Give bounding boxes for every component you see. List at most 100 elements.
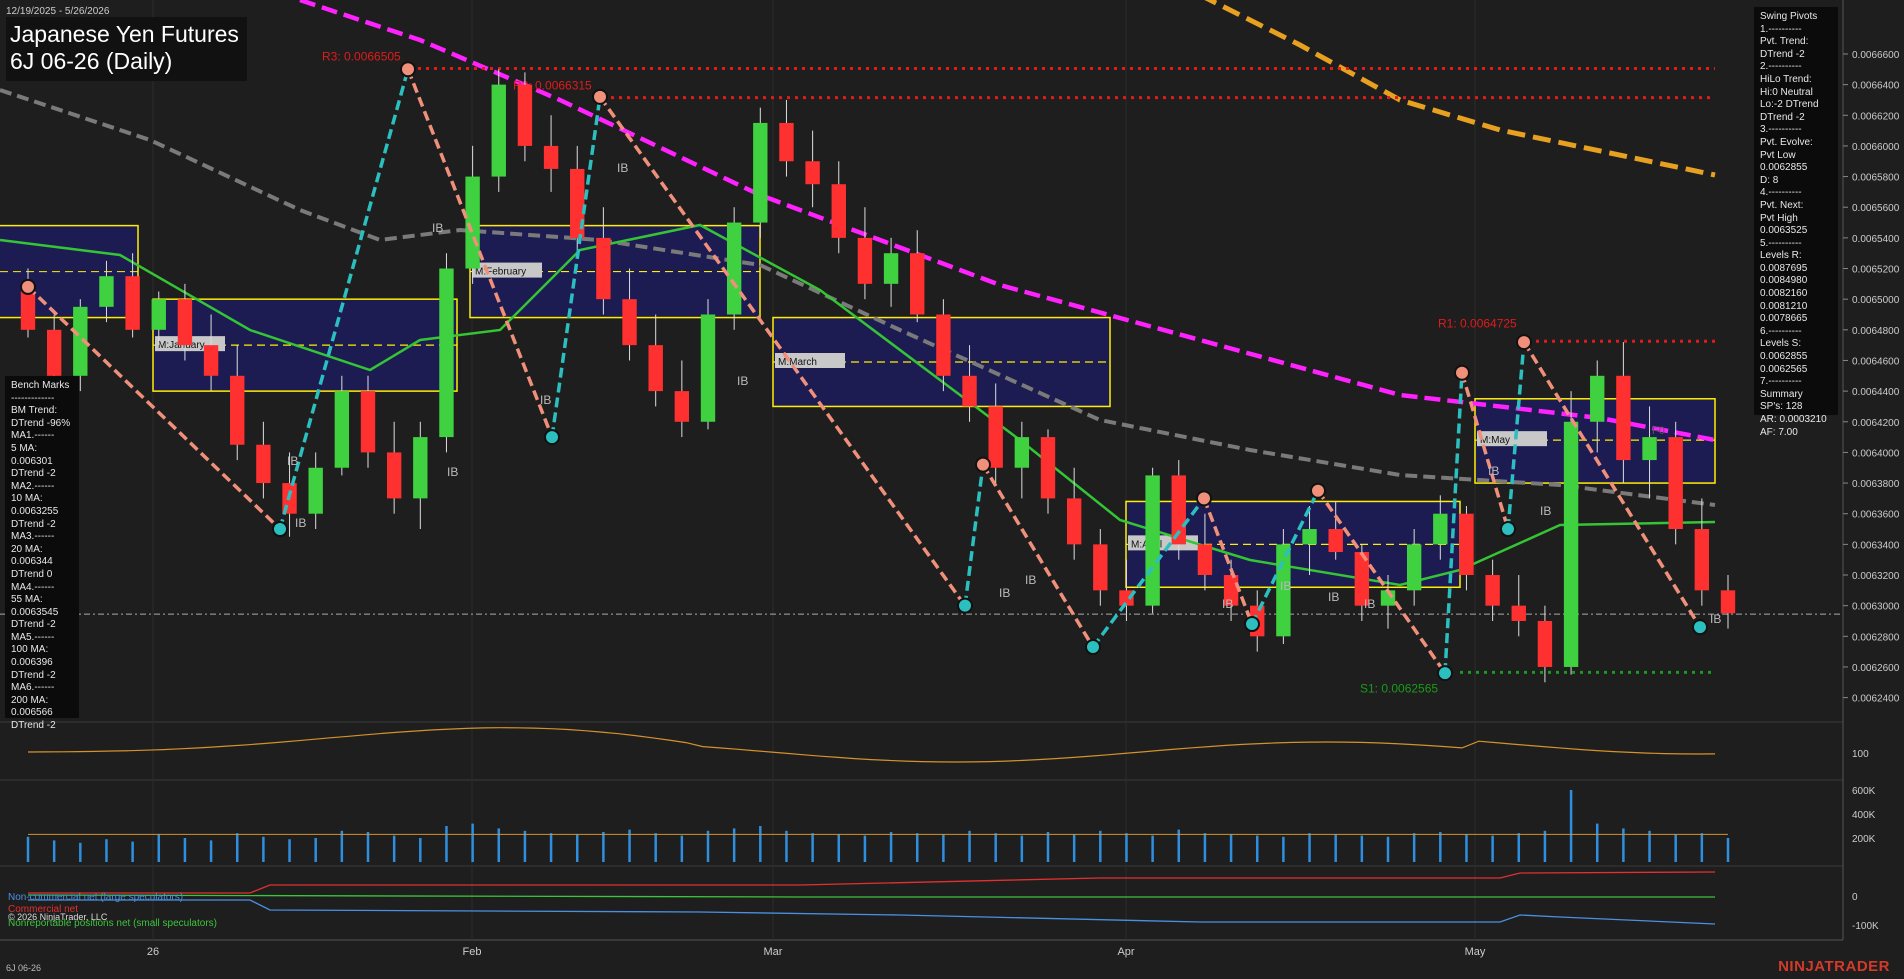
y-tick-label: 0.0065200 — [1852, 265, 1900, 276]
candle-body — [1485, 575, 1500, 606]
swing-pivot-dot — [1454, 364, 1470, 381]
ib-label: IB — [1540, 504, 1551, 518]
pivot-level-label: S1: 0.0062565 — [1360, 681, 1438, 695]
x-tick-label: Feb — [463, 946, 482, 958]
candle-body — [1511, 605, 1526, 621]
ib-label: IB — [447, 465, 458, 479]
ib-label: IB — [287, 454, 298, 468]
x-tick-label: May — [1465, 946, 1486, 958]
swing-pivot-dot — [975, 456, 991, 473]
swing-pivot-dot — [1516, 334, 1532, 351]
ib-label: IB — [1328, 590, 1339, 604]
y-tick-label: 0.0065800 — [1852, 173, 1900, 184]
swing-pivot-dot — [1196, 490, 1212, 507]
y-tick-label: 0.0062600 — [1852, 663, 1900, 674]
cot-tick-label: 0 — [1852, 892, 1858, 903]
candle-body — [360, 391, 376, 453]
candle-body — [700, 314, 716, 422]
y-tick-label: 0.0064200 — [1852, 418, 1900, 429]
candle-body — [413, 437, 428, 499]
candle-body — [230, 375, 245, 445]
date-range: 12/19/2025 - 5/26/2026 — [6, 6, 110, 17]
candle-body — [1066, 498, 1082, 545]
ib-label: IB — [1222, 597, 1233, 611]
pivot-level-label: R1: 0.0064725 — [1438, 316, 1517, 330]
candle-body — [805, 161, 820, 185]
swing-pivot-dot — [592, 88, 608, 105]
candle-body — [177, 299, 193, 346]
y-tick-label: 0.0066600 — [1852, 50, 1900, 61]
candle-body — [988, 406, 1003, 468]
candle-body — [1642, 437, 1657, 461]
candle-body — [1563, 421, 1579, 667]
candle-body — [151, 299, 166, 330]
x-tick-label: 26 — [147, 946, 159, 958]
candle-body — [543, 145, 559, 169]
y-tick-label: 0.0063400 — [1852, 540, 1900, 551]
y-tick-label: 0.0063600 — [1852, 510, 1900, 521]
candle-body — [936, 314, 951, 376]
ib-label: IB — [1488, 464, 1499, 478]
f0-label: F0 — [1652, 425, 1665, 437]
candle-body — [491, 84, 506, 177]
ib-label: IB — [432, 221, 443, 235]
oscillator-tick-label: 100 — [1852, 749, 1869, 760]
swing-pivot-dot — [957, 597, 973, 614]
candle-body — [1668, 437, 1683, 530]
candle-body — [1197, 544, 1213, 576]
swing-pivot-dot — [1437, 665, 1453, 682]
x-tick-label: Apr — [1117, 946, 1134, 958]
swing-pivot-dot — [1085, 639, 1101, 656]
candle-body — [125, 276, 140, 330]
candle-body — [1093, 544, 1108, 591]
swing-pivot-dot — [20, 278, 36, 295]
candle-body — [648, 345, 663, 392]
candle-body — [1145, 475, 1160, 606]
bench-marks-panel: Bench Marks ------------- BM Trend: DTre… — [5, 376, 79, 731]
monthly-label: M:February — [475, 267, 526, 278]
y-tick-label: 0.0062800 — [1852, 632, 1900, 643]
ib-label: IB — [1025, 573, 1036, 587]
candle-body — [596, 237, 611, 300]
volume-tick-label: 400K — [1852, 810, 1876, 821]
ib-label: IB — [1364, 597, 1375, 611]
candle-body — [962, 375, 977, 407]
swing-pivot-dot — [1244, 616, 1260, 633]
instrument-footer: 6J 06-26 — [6, 963, 42, 973]
y-tick-label: 0.0063000 — [1852, 602, 1900, 613]
candle-body — [857, 237, 873, 284]
candle-body — [334, 391, 350, 468]
ib-label: IB — [1280, 579, 1291, 593]
y-tick-label: 0.0063800 — [1852, 479, 1900, 490]
candle-body — [439, 268, 454, 438]
candle-body — [910, 253, 925, 315]
price-chart[interactable]: 26 Feb Mar Apr May 0.0066600 0.0066400 0.006620… — [0, 0, 1904, 979]
candle-body — [1302, 529, 1317, 545]
instrument-contract: 6J 06-26 (Daily) — [10, 48, 173, 74]
candle-body — [1014, 437, 1030, 468]
candle-body — [1040, 437, 1056, 499]
candle-body — [1433, 513, 1448, 545]
volume-tick-label: 200K — [1852, 834, 1876, 845]
candle-body — [674, 391, 690, 422]
y-tick-label: 0.0064000 — [1852, 448, 1900, 459]
candle-body — [1616, 375, 1631, 461]
y-tick-label: 0.0062400 — [1852, 694, 1900, 705]
ib-label: IB — [617, 161, 628, 175]
y-tick-label: 0.0064800 — [1852, 326, 1900, 337]
y-tick-label: 0.0065400 — [1852, 234, 1900, 245]
y-tick-label: 0.0064400 — [1852, 387, 1900, 398]
x-tick-label: Mar — [764, 946, 783, 958]
candle-body — [1328, 529, 1343, 553]
cot-tick-label: -100K — [1852, 921, 1879, 932]
y-tick-label: 0.0064600 — [1852, 356, 1900, 367]
candle-body — [517, 84, 533, 146]
candle-body — [46, 329, 62, 376]
candle-body — [831, 184, 846, 238]
y-tick-label: 0.0063200 — [1852, 571, 1900, 582]
brand-logo: NINJATRADER — [1778, 958, 1890, 975]
swing-pivot-dot — [400, 61, 416, 78]
swing-pivot-dot — [1500, 521, 1516, 538]
candle-body — [1694, 529, 1710, 591]
candle-body — [1459, 513, 1474, 576]
